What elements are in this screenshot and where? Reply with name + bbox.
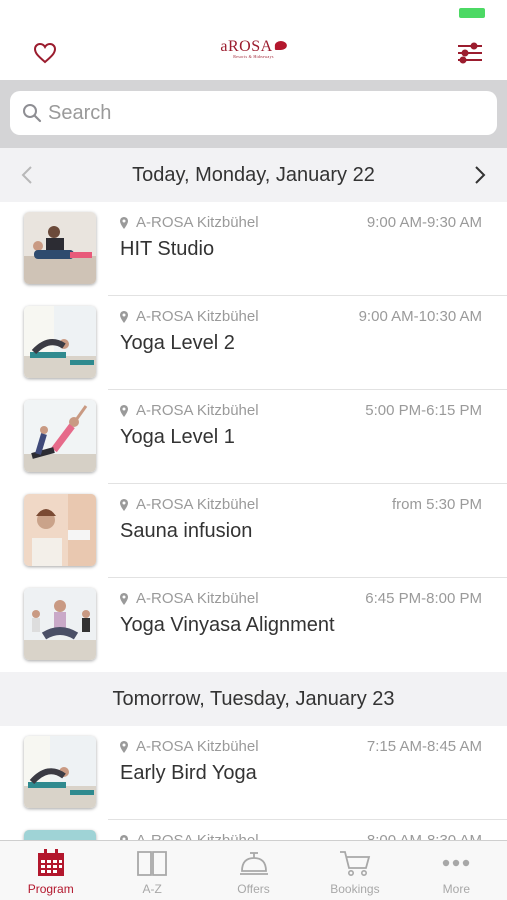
location: A-ROSA Kitzbühel [120, 402, 259, 419]
tab-label: Bookings [330, 882, 380, 896]
location: A-ROSA Kitzbühel [120, 214, 259, 231]
activity-thumbnail [24, 400, 96, 472]
tab-bookings[interactable]: Bookings [304, 841, 405, 900]
activity-title: Yoga Vinyasa Alignment [120, 614, 335, 636]
location-pin-icon [120, 498, 128, 511]
tab-label: Offers [237, 882, 270, 896]
location-pin-icon [120, 216, 128, 229]
time-label: 5:00 PM-6:15 PM [365, 402, 482, 419]
chevron-right-icon [475, 166, 486, 184]
time-label: 9:00 AM-9:30 AM [366, 214, 482, 231]
book-icon [137, 851, 168, 876]
location: A-ROSA Kitzbühel [120, 590, 259, 607]
list-item[interactable]: A-ROSA Kitzbühel from 5:30 PM Sauna infu… [0, 484, 507, 578]
time-label: 9:00 AM-10:30 AM [358, 308, 482, 325]
time-label: from 5:30 PM [391, 496, 482, 513]
location-pin-icon [120, 592, 128, 605]
tab-more[interactable]: More [406, 841, 507, 900]
list-item[interactable]: A-ROSA Kitzbühel 9:00 AM-10:30 AM Yoga L… [0, 296, 507, 390]
status-bar [0, 0, 507, 28]
brand-logo: aROSA Resorts & Hideaways [220, 38, 287, 59]
activity-title: Yoga Level 1 [120, 426, 235, 448]
tab-program[interactable]: Program [0, 841, 101, 900]
search-input[interactable] [48, 101, 468, 125]
location-label: A-ROSA Kitzbühel [136, 308, 259, 325]
tab-offers[interactable]: Offers [203, 841, 304, 900]
activity-title: Sauna infusion [120, 520, 253, 542]
time-label: 6:45 PM-8:00 PM [365, 590, 482, 607]
search-icon [23, 104, 42, 123]
program-list: A-ROSA Kitzbühel 9:00 AM-9:30 AM HIT Stu… [0, 202, 507, 900]
activity-title: Early Bird Yoga [120, 762, 257, 784]
tab-a-z[interactable]: A-Z [101, 841, 202, 900]
date-navigator: Today, Monday, January 22 [0, 148, 507, 202]
list-item[interactable]: A-ROSA Kitzbühel 6:45 PM-8:00 PM Yoga Vi… [0, 578, 507, 672]
nav-header: aROSA Resorts & Hideaways [0, 28, 507, 80]
location: A-ROSA Kitzbühel [120, 308, 259, 325]
service-bell-icon [239, 852, 268, 875]
sliders-icon [458, 42, 482, 64]
location: A-ROSA Kitzbühel [120, 496, 259, 513]
battery-icon [459, 8, 485, 18]
activity-thumbnail [24, 736, 96, 808]
day-section-header: Tomorrow, Tuesday, January 23 [0, 672, 507, 726]
location-label: A-ROSA Kitzbühel [136, 496, 259, 513]
location-label: A-ROSA Kitzbühel [136, 738, 259, 755]
logo-text: aROSA [220, 38, 273, 55]
list-item[interactable]: A-ROSA Kitzbühel 5:00 PM-6:15 PM Yoga Le… [0, 390, 507, 484]
time-label: 7:15 AM-8:45 AM [366, 738, 482, 755]
filter-button[interactable] [455, 38, 485, 68]
tab-label: More [442, 882, 470, 896]
location-pin-icon [120, 404, 128, 417]
location-label: A-ROSA Kitzbühel [136, 590, 259, 607]
list-item[interactable]: A-ROSA Kitzbühel 7:15 AM-8:45 AM Early B… [0, 726, 507, 820]
current-date-title: Today, Monday, January 22 [132, 163, 375, 186]
location: A-ROSA Kitzbühel [120, 738, 259, 755]
tab-bar: Program A-Z Offers Bookings More [0, 840, 507, 900]
search-bar-container [0, 80, 507, 148]
activity-thumbnail [24, 212, 96, 284]
tab-label: Program [27, 882, 74, 896]
location-label: A-ROSA Kitzbühel [136, 214, 259, 231]
activity-title: HIT Studio [120, 238, 215, 260]
search-box[interactable] [10, 91, 497, 135]
tab-label: A-Z [142, 882, 162, 896]
next-day-button[interactable] [467, 162, 493, 188]
more-dots-icon [443, 859, 470, 867]
chevron-left-icon [21, 166, 32, 184]
activity-thumbnail [24, 306, 96, 378]
location-pin-icon [120, 740, 128, 753]
heart-icon [33, 42, 57, 64]
previous-day-button[interactable] [14, 162, 40, 188]
location-pin-icon [120, 310, 128, 323]
favorites-button[interactable] [30, 38, 60, 68]
calendar-icon [37, 849, 64, 876]
activity-thumbnail [24, 588, 96, 660]
location-label: A-ROSA Kitzbühel [136, 402, 259, 419]
activity-thumbnail [24, 494, 96, 566]
activity-title: Yoga Level 2 [120, 332, 235, 354]
cart-icon [339, 851, 371, 876]
list-item[interactable]: A-ROSA Kitzbühel 9:00 AM-9:30 AM HIT Stu… [0, 202, 507, 296]
